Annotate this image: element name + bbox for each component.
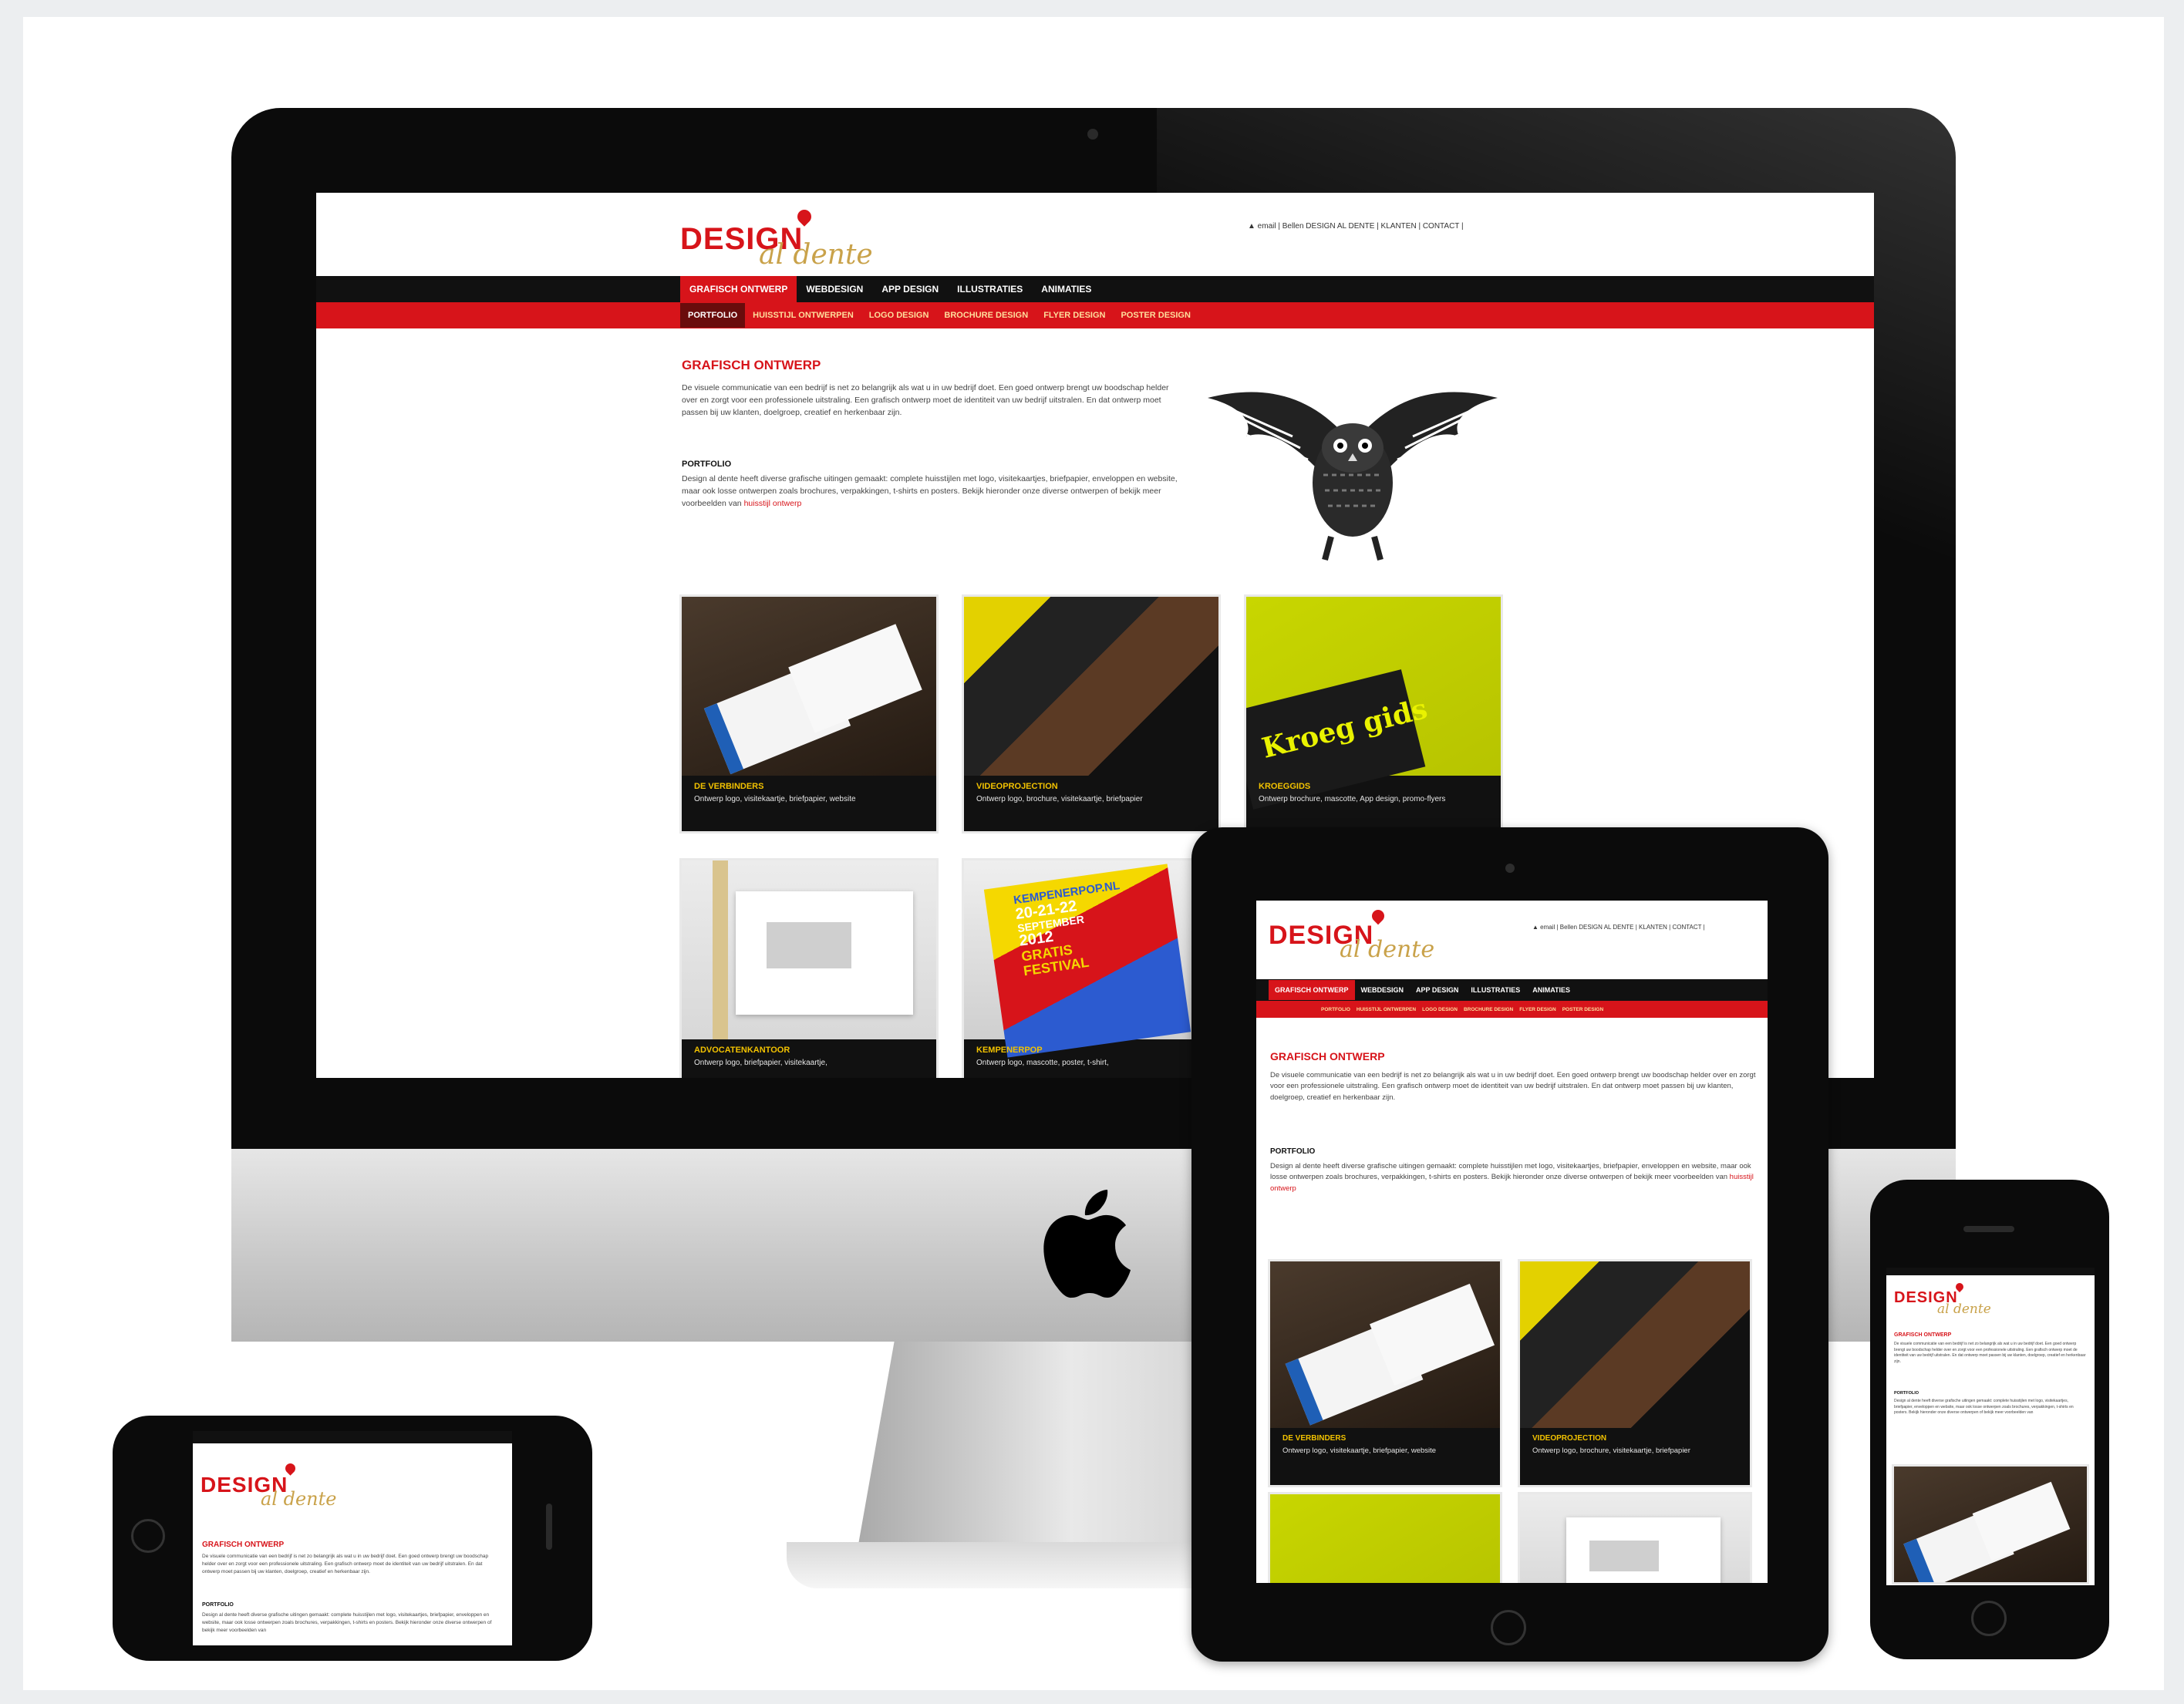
ipad-screen: DESIGN al dente ▲ email | Bellen DESIGN … xyxy=(1256,901,1768,1583)
portfolio-heading: PORTFOLIO xyxy=(202,1602,234,1608)
tile-description: Ontwerp logo, visitekaartje, briefpapier… xyxy=(1282,1446,1437,1455)
intro-text: De visuele communicatie van een bedrijf … xyxy=(1270,1071,1756,1102)
nav-item-webdesign[interactable]: WEBDESIGN xyxy=(1355,980,1410,1000)
subnav-item-flyer[interactable]: FLYER DESIGN xyxy=(1036,303,1113,328)
portfolio-text: Design al dente heeft diverse grafische … xyxy=(1270,1162,1754,1193)
logo-subtitle: al dente xyxy=(1937,1302,1991,1317)
subnav-item-huisstijl[interactable]: HUISSTIJL ONTWERPEN xyxy=(745,303,861,328)
tile-image xyxy=(1520,1494,1750,1583)
page-heading: GRAFISCH ONTWERP xyxy=(682,358,821,372)
tile-description: Ontwerp logo, visitekaartje, briefpapier… xyxy=(694,795,856,803)
tile-description: Ontwerp logo, briefpapier, visitekaartje… xyxy=(694,1059,827,1067)
home-button[interactable] xyxy=(131,1519,165,1553)
sub-nav: PORTFOLIO HUISSTIJL ONTWERPEN LOGO DESIG… xyxy=(680,302,1198,328)
page-heading: GRAFISCH ONTWERP xyxy=(202,1541,285,1549)
sub-nav: PORTFOLIO HUISSTIJL ONTWERPEN LOGO DESIG… xyxy=(1318,1001,1607,1018)
top-links[interactable]: ▲ email | Bellen DESIGN AL DENTE | KLANT… xyxy=(1532,924,1705,931)
subnav-item-poster[interactable]: POSTER DESIGN xyxy=(1559,1002,1606,1017)
tile-title: VIDEOPROJECTION xyxy=(976,782,1058,791)
tile-title: ADVOCATENKANTOOR xyxy=(694,1046,790,1055)
portfolio-heading: PORTFOLIO xyxy=(1270,1147,1316,1156)
tile-title: DE VERBINDERS xyxy=(1282,1434,1346,1443)
owl-illustration xyxy=(1208,392,1498,561)
subnav-item-brochure[interactable]: BROCHURE DESIGN xyxy=(936,303,1036,328)
portfolio-tile-kempenerpop[interactable]: KEMPENERPOP.NL 20-21-22 SEPTEMBER 2012 G… xyxy=(964,860,1218,1078)
nav-item-app-design[interactable]: APP DESIGN xyxy=(872,276,948,302)
top-links[interactable]: ▲ email | Bellen DESIGN AL DENTE | KLANT… xyxy=(1248,222,1464,231)
tile-title: DE VERBINDERS xyxy=(694,782,764,791)
apple-logo-icon xyxy=(1043,1190,1131,1298)
portfolio-tile-videoprojection[interactable]: VIDEOPROJECTION Ontwerp logo, brochure, … xyxy=(964,597,1218,831)
nav-item-grafisch-ontwerp[interactable]: GRAFISCH ONTWERP xyxy=(680,276,797,302)
main-nav: GRAFISCH ONTWERP WEBDESIGN APP DESIGN IL… xyxy=(680,276,1101,302)
ruler xyxy=(713,860,728,1039)
tile-description: Ontwerp logo, mascotte, poster, t-shirt, xyxy=(976,1059,1109,1067)
home-button[interactable] xyxy=(1971,1601,2007,1636)
tile-title: KEMPENERPOP xyxy=(976,1046,1043,1055)
tile-description: Ontwerp brochure, mascotte, App design, … xyxy=(1259,795,1446,803)
nav-item-app-design[interactable]: APP DESIGN xyxy=(1410,980,1464,1000)
logo-subtitle: al dente xyxy=(759,239,873,271)
subnav-item-brochure[interactable]: BROCHURE DESIGN xyxy=(1461,1002,1516,1017)
camera-dot xyxy=(1505,864,1515,873)
nav-item-webdesign[interactable]: WEBDESIGN xyxy=(797,276,872,302)
subnav-item-logo[interactable]: LOGO DESIGN xyxy=(861,303,937,328)
portfolio-tile-advocatenkantoor[interactable]: ADVOCATENKANTOOR Ontwerp logo, briefpapi… xyxy=(682,860,936,1078)
subnav-item-huisstijl[interactable]: HUISSTIJL ONTWERPEN xyxy=(1353,1002,1419,1017)
portfolio-text: Design al dente heeft diverse grafische … xyxy=(202,1612,492,1633)
tile-image: Kroeg gids xyxy=(1246,597,1501,810)
tile-image xyxy=(1270,1494,1500,1583)
speaker-grille xyxy=(546,1504,552,1550)
portfolio-tile-videoprojection[interactable]: VIDEOPROJECTION Ontwerp logo, brochure, … xyxy=(1520,1261,1750,1485)
subnav-item-poster[interactable]: POSTER DESIGN xyxy=(1113,303,1198,328)
portfolio-tile-advocatenkantoor[interactable] xyxy=(1520,1494,1750,1583)
camera-dot xyxy=(1087,129,1098,140)
tile-image xyxy=(1520,1261,1750,1428)
tile-image xyxy=(682,597,936,776)
phone-landscape-screen: DESIGN al dente GRAFISCH ONTWERP De visu… xyxy=(193,1431,512,1645)
portfolio-tile-verbinders[interactable] xyxy=(1894,1467,2087,1582)
subnav-item-portfolio[interactable]: PORTFOLIO xyxy=(680,303,746,328)
intro-text: De visuele communicatie van een bedrijf … xyxy=(1894,1342,2086,1364)
tile-image: KEMPENERPOP.NL 20-21-22 SEPTEMBER 2012 G… xyxy=(964,860,1218,1058)
intro-text: De visuele communicatie van een bedrijf … xyxy=(202,1554,489,1574)
logo-subtitle: al dente xyxy=(261,1488,337,1510)
portfolio-heading: PORTFOLIO xyxy=(1894,1391,1919,1396)
tile-title: KROEGGIDS xyxy=(1259,782,1311,791)
portfolio-text: Design al dente heeft diverse grafische … xyxy=(1894,1399,2074,1415)
nav-item-grafisch-ontwerp[interactable]: GRAFISCH ONTWERP xyxy=(1269,980,1355,1000)
intro-text: De visuele communicatie van een bedrijf … xyxy=(682,383,1169,417)
nav-item-animaties[interactable]: ANIMATIES xyxy=(1032,276,1100,302)
main-nav: GRAFISCH ONTWERP WEBDESIGN APP DESIGN IL… xyxy=(1269,979,1577,1001)
tile-image xyxy=(1894,1467,2087,1582)
home-button[interactable] xyxy=(1491,1610,1526,1645)
subnav-item-logo[interactable]: LOGO DESIGN xyxy=(1419,1002,1461,1017)
phone-portrait-screen: DESIGN al dente GRAFISCH ONTWERP De visu… xyxy=(1886,1268,2095,1585)
status-bar xyxy=(1886,1268,2095,1275)
nav-item-illustraties[interactable]: ILLUSTRATIES xyxy=(1464,980,1526,1000)
tile-description: Ontwerp logo, brochure, visitekaartje, b… xyxy=(976,795,1143,803)
page-heading: GRAFISCH ONTWERP xyxy=(1894,1332,1952,1338)
portfolio-tile-kroeggids[interactable] xyxy=(1270,1494,1500,1583)
portfolio-heading: PORTFOLIO xyxy=(682,460,732,469)
tile-image xyxy=(964,597,1218,776)
nav-item-illustraties[interactable]: ILLUSTRATIES xyxy=(948,276,1032,302)
tile-title: VIDEOPROJECTION xyxy=(1532,1434,1607,1443)
subnav-item-flyer[interactable]: FLYER DESIGN xyxy=(1516,1002,1559,1017)
portfolio-link[interactable]: huisstijl ontwerp xyxy=(744,499,802,508)
status-bar xyxy=(193,1431,512,1443)
tile-description: Ontwerp logo, brochure, visitekaartje, b… xyxy=(1532,1446,1690,1455)
subnav-item-portfolio[interactable]: PORTFOLIO xyxy=(1318,1002,1353,1017)
portfolio-text: Design al dente heeft diverse grafische … xyxy=(682,474,1178,508)
tile-image xyxy=(1270,1261,1500,1428)
logo-subtitle: al dente xyxy=(1340,936,1435,963)
tile-image xyxy=(682,860,936,1039)
nav-item-animaties[interactable]: ANIMATIES xyxy=(1526,980,1576,1000)
portfolio-tile-kroeggids[interactable]: Kroeg gids KROEGGIDS Ontwerp brochure, m… xyxy=(1246,597,1501,831)
portfolio-tile-verbinders[interactable]: DE VERBINDERS Ontwerp logo, visitekaartj… xyxy=(682,597,936,831)
portfolio-tile-verbinders[interactable]: DE VERBINDERS Ontwerp logo, visitekaartj… xyxy=(1270,1261,1500,1485)
speaker-grille xyxy=(1963,1226,2014,1232)
page-heading: GRAFISCH ONTWERP xyxy=(1270,1050,1385,1062)
